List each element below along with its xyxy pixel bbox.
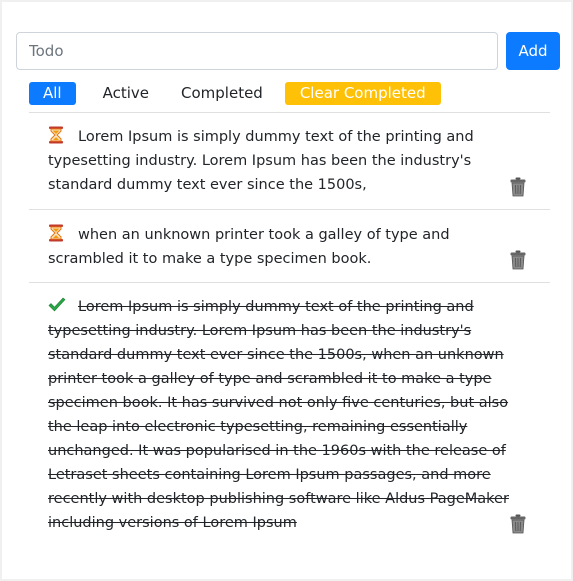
hourglass-icon[interactable] <box>48 224 64 242</box>
todo-item: Lorem Ipsum is simply dummy text of the … <box>48 295 530 535</box>
todo-item: Lorem Ipsum is simply dummy text of the … <box>48 125 530 197</box>
trash-icon[interactable] <box>510 177 526 197</box>
todo-input[interactable] <box>16 32 498 70</box>
todo-app-card: Add All Active Completed Clear Completed… <box>2 2 571 579</box>
list-divider <box>29 209 550 210</box>
hourglass-icon[interactable] <box>48 126 64 144</box>
trash-icon[interactable] <box>510 514 526 534</box>
trash-icon[interactable] <box>510 250 526 270</box>
check-icon[interactable] <box>48 296 66 314</box>
todo-text: Lorem Ipsum is simply dummy text of the … <box>48 299 509 531</box>
filter-bar: All Active Completed Clear Completed <box>29 82 441 105</box>
filter-all-button[interactable]: All <box>29 82 76 105</box>
todo-text: Lorem Ipsum is simply dummy text of the … <box>48 129 474 193</box>
clear-completed-button[interactable]: Clear Completed <box>284 82 441 105</box>
todo-item: when an unknown printer took a galley of… <box>48 223 530 271</box>
add-button[interactable]: Add <box>506 32 560 70</box>
filter-active-button[interactable]: Active <box>92 82 160 105</box>
todo-text: when an unknown printer took a galley of… <box>48 227 450 267</box>
list-divider <box>29 112 550 113</box>
filter-completed-button[interactable]: Completed <box>170 82 274 105</box>
list-divider <box>29 282 550 283</box>
